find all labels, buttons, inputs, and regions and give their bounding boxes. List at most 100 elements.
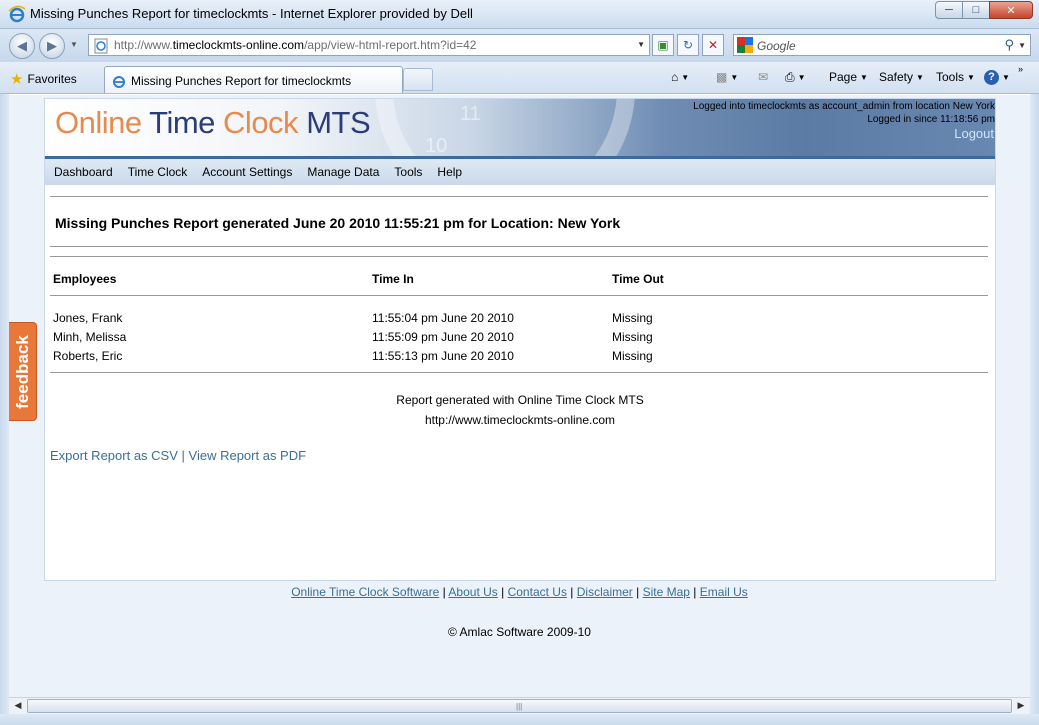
row-2-time-out: Missing (612, 330, 653, 344)
footer-sep: | (693, 585, 697, 599)
tools-menu-button[interactable]: Tools ▼ (936, 70, 975, 84)
row-1-time-in: 11:55:04 pm June 20 2010 (372, 311, 514, 325)
menu-manage-data[interactable]: Manage Data (307, 165, 379, 179)
minimize-icon: ─ (945, 4, 953, 16)
login-line-2: Logged in since 11:18:56 pm (867, 114, 995, 125)
scroll-left-icon[interactable]: ◀ (11, 700, 25, 712)
compatibility-view-button[interactable]: ▣ (652, 34, 674, 56)
footer-link-about[interactable]: About Us (448, 585, 497, 599)
export-csv-link[interactable]: Export Report as CSV (50, 448, 178, 463)
horizontal-scrollbar[interactable]: ◀ ||| ▶ (9, 697, 1030, 714)
footer-link-software[interactable]: Online Time Clock Software (291, 585, 439, 599)
back-button[interactable]: ◀ (9, 33, 35, 59)
safety-menu-label: Safety (879, 70, 914, 84)
favorites-label: Favorites (27, 72, 77, 86)
tools-menu-label: Tools (936, 70, 965, 84)
refresh-button[interactable]: ↻ (677, 34, 699, 56)
search-field[interactable]: Google ⚲ ▼ (733, 34, 1031, 56)
logout-link[interactable]: Logout (954, 126, 994, 141)
forward-button[interactable]: ▶ (39, 33, 65, 59)
menu-help[interactable]: Help (437, 165, 462, 179)
star-icon: ★ (10, 71, 24, 88)
compatibility-icon: ▣ (657, 38, 669, 52)
help-button[interactable]: ? ▼ (984, 70, 1010, 85)
footer-link-sitemap[interactable]: Site Map (643, 585, 690, 599)
minimize-button[interactable]: ─ (935, 1, 963, 19)
print-dropdown-icon[interactable]: ▼ (798, 73, 806, 82)
site-container: 11 10 Online Time Clock MTS Logged into … (44, 98, 996, 581)
active-tab[interactable]: Missing Punches Report for timeclockmts (104, 66, 403, 93)
footer-links: Online Time Clock Software | About Us | … (9, 585, 1030, 599)
site-banner: 11 10 Online Time Clock MTS Logged into … (45, 99, 995, 156)
site-logo[interactable]: Online Time Clock MTS (55, 105, 371, 141)
row-3-employee: Roberts, Eric (53, 349, 123, 363)
report-generated-note: Report generated with Online Time Clock … (396, 393, 644, 407)
report-title: Missing Punches Report generated June 20… (55, 215, 621, 231)
rss-icon: ▩ (716, 70, 728, 84)
page-menu-button[interactable]: Page ▼ (829, 70, 868, 84)
close-icon: ✕ (1006, 4, 1016, 17)
footer-sep: | (501, 585, 505, 599)
clock-number-10: 10 (425, 135, 448, 156)
feedback-label: feedback (12, 334, 32, 409)
row-2-time-in: 11:55:09 pm June 20 2010 (372, 330, 514, 344)
footer-link-disclaimer[interactable]: Disclaimer (577, 585, 633, 599)
chevron-more-icon[interactable]: » (1018, 64, 1023, 74)
footer-sep: | (636, 585, 640, 599)
export-separator: | (181, 448, 185, 463)
feeds-dropdown-icon[interactable]: ▼ (730, 73, 738, 82)
home-dropdown-icon[interactable]: ▼ (681, 73, 689, 82)
maximize-button[interactable]: □ (962, 1, 990, 19)
safety-dropdown-icon: ▼ (916, 72, 924, 82)
stop-icon: ✕ (707, 38, 719, 52)
row-3-time-out: Missing (612, 349, 653, 363)
print-button[interactable]: ⎙ ▼ (785, 70, 806, 85)
refresh-icon: ↻ (682, 38, 694, 52)
google-icon (737, 37, 753, 53)
menu-tools[interactable]: Tools (394, 165, 422, 179)
window-titlebar: Missing Punches Report for timeclockmts … (0, 0, 1039, 29)
new-tab-button[interactable] (403, 68, 433, 91)
col-header-time-in: Time In (372, 272, 414, 286)
logo-word-clock: Clock (223, 105, 299, 140)
logo-word-time: Time (149, 105, 215, 140)
tab-label: Missing Punches Report for timeclockmts (131, 74, 352, 88)
home-button[interactable]: ⌂ ▼ (671, 70, 689, 84)
search-icon[interactable]: ⚲ (1004, 37, 1014, 53)
menu-dashboard[interactable]: Dashboard (54, 165, 113, 179)
menu-time-clock[interactable]: Time Clock (128, 165, 188, 179)
logo-word-mts: MTS (306, 105, 371, 140)
read-mail-button[interactable]: ✉ (758, 70, 768, 84)
recent-pages-dropdown-icon[interactable]: ▼ (70, 40, 78, 49)
url-field[interactable]: http://www.timeclockmts-online.com/app/v… (88, 34, 650, 56)
tabs-bar: ★ Favorites Missing Punches Report for t… (0, 62, 1039, 94)
footer-sep: | (442, 585, 446, 599)
safety-menu-button[interactable]: Safety ▼ (879, 70, 924, 84)
page-menu-label: Page (829, 70, 858, 84)
tab-ie-icon (111, 73, 127, 94)
scroll-grip-icon: ||| (516, 702, 523, 711)
divider-header-top (50, 256, 988, 257)
scroll-right-icon[interactable]: ▶ (1014, 700, 1028, 712)
feedback-tab[interactable]: feedback (9, 322, 37, 421)
tools-dropdown-icon: ▼ (967, 72, 975, 82)
url-dropdown-icon[interactable]: ▼ (637, 40, 645, 49)
login-info: Logged into timeclockmts as account_admi… (693, 100, 995, 126)
feeds-button[interactable]: ▩ ▼ (716, 70, 738, 84)
address-bar: ◀ ▶ ▼ http://www.timeclockmts-online.com… (0, 29, 1039, 62)
page-viewport: 11 10 Online Time Clock MTS Logged into … (9, 95, 1030, 697)
footer-link-email[interactable]: Email Us (700, 585, 748, 599)
divider-header-bottom (50, 295, 988, 296)
search-dropdown-icon[interactable]: ▼ (1018, 41, 1026, 50)
back-arrow-icon: ◀ (17, 38, 27, 53)
stop-button[interactable]: ✕ (702, 34, 724, 56)
footer-link-contact[interactable]: Contact Us (508, 585, 567, 599)
menu-account-settings[interactable]: Account Settings (202, 165, 292, 179)
scroll-thumb[interactable]: ||| (27, 699, 1012, 713)
view-pdf-link[interactable]: View Report as PDF (189, 448, 307, 463)
favorites-button[interactable]: ★ Favorites (10, 68, 77, 90)
divider-top (50, 196, 988, 197)
close-button[interactable]: ✕ (989, 1, 1033, 19)
logo-word-online: Online (55, 105, 142, 140)
ie-logo-icon (8, 5, 26, 28)
